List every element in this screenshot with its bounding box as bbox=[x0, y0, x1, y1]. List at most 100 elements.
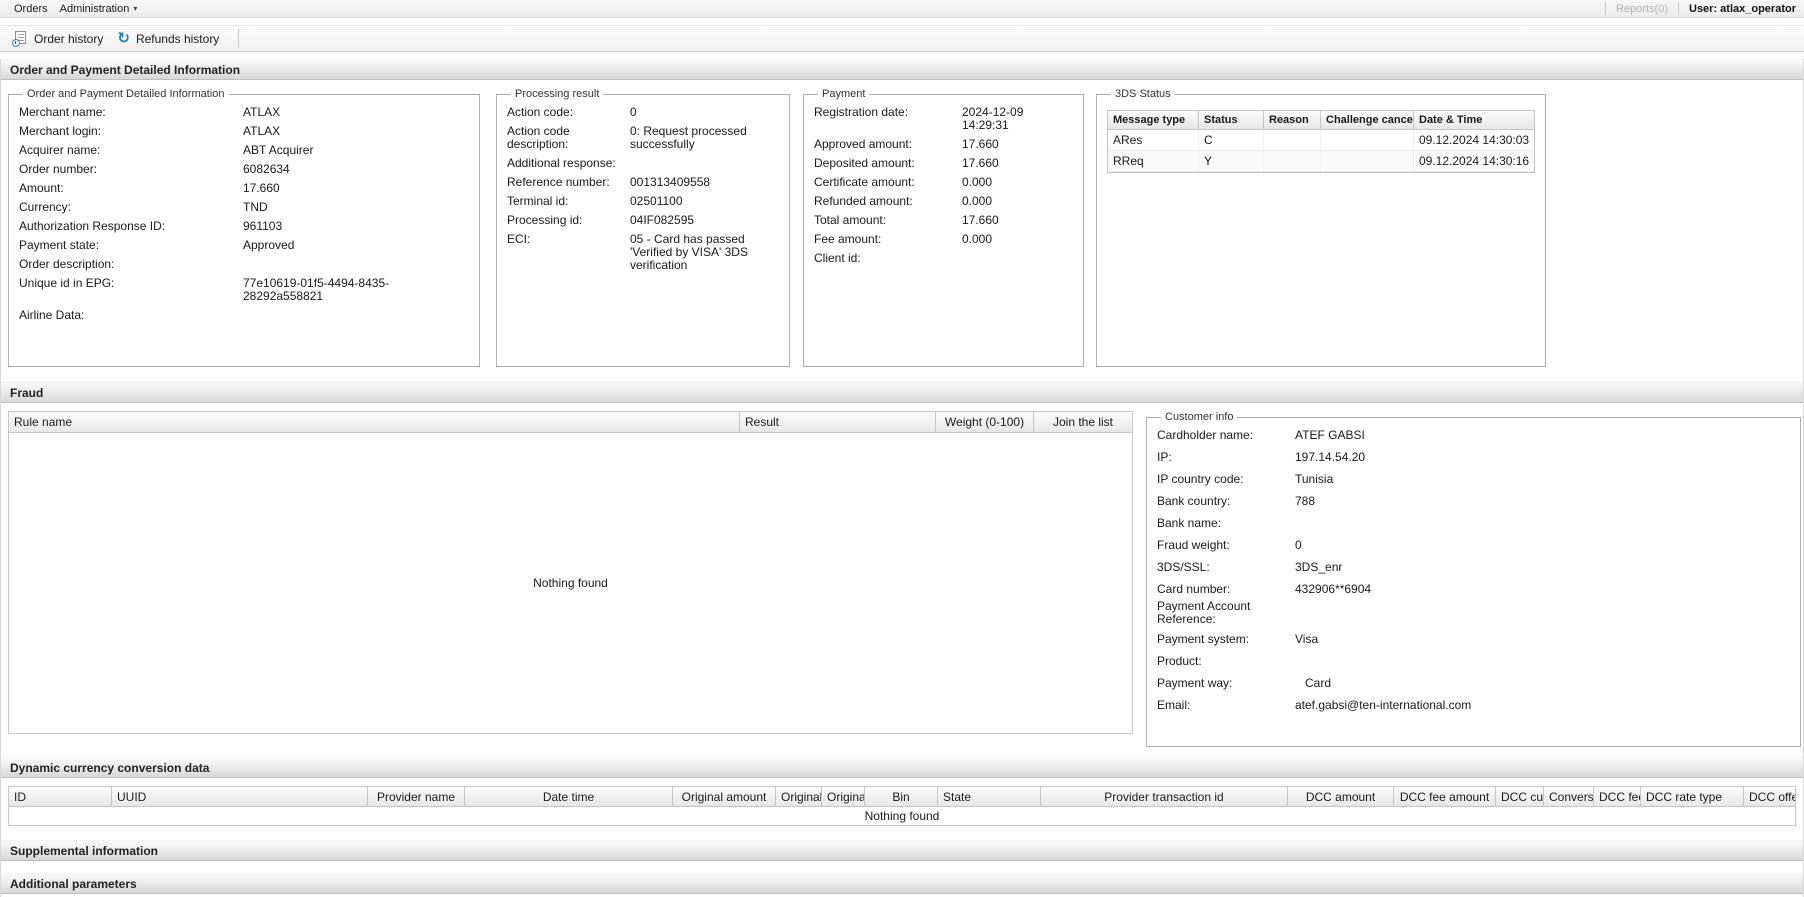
field-value: 17.660 bbox=[962, 137, 999, 151]
field-label: Payment state: bbox=[19, 238, 100, 252]
cell-reason bbox=[1264, 151, 1321, 172]
field-value: 3DS_enr bbox=[1295, 560, 1343, 574]
empty-state-text: Nothing found bbox=[864, 809, 940, 823]
field-value bbox=[1295, 517, 1790, 530]
field-label: Reference number: bbox=[507, 175, 610, 189]
table-row: RReq Y 09.12.2024 14:30:16 bbox=[1108, 151, 1534, 172]
section-title: Additional parameters bbox=[10, 876, 137, 891]
field-value: ATLAX bbox=[243, 124, 281, 138]
field-label: Action code: bbox=[507, 105, 574, 119]
column-header-date-time[interactable]: Date & Time bbox=[1414, 111, 1534, 130]
order-details-panel: Order and Payment Detailed Information M… bbox=[8, 88, 480, 367]
field-label: Acquirer name: bbox=[19, 143, 101, 157]
column-header-original-amount[interactable]: Original amount bbox=[673, 787, 776, 807]
field-label: Payment way: bbox=[1157, 676, 1233, 690]
field-label: Processing id: bbox=[507, 213, 583, 227]
column-header-original-currency[interactable]: Original c bbox=[822, 787, 865, 807]
field-value: 6082634 bbox=[243, 162, 290, 176]
field-value: 77e10619-01f5-4494-8435-28292a558821 bbox=[243, 276, 390, 303]
toolbar-separator bbox=[238, 29, 240, 48]
column-header-message-type[interactable]: Message type bbox=[1108, 111, 1199, 130]
field-value: 2024-12-09 14:29:31 bbox=[962, 105, 1024, 132]
cell-reason bbox=[1264, 130, 1321, 151]
fraud-table: Rule name Result Weight (0-100) Join the… bbox=[8, 411, 1133, 734]
field-label: Product: bbox=[1157, 654, 1202, 668]
column-header-provider-transaction-id[interactable]: Provider transaction id bbox=[1041, 787, 1288, 807]
field-value: 432906**6904 bbox=[1295, 582, 1372, 596]
field-value: 04IF082595 bbox=[630, 213, 695, 227]
dcc-table: ID UUID Provider name Date time Original… bbox=[8, 786, 1796, 826]
menu-orders[interactable]: Orders bbox=[8, 3, 54, 15]
cell-date-time: 09.12.2024 14:30:16 bbox=[1414, 151, 1534, 172]
column-header-original-fee[interactable]: Original f bbox=[776, 787, 822, 807]
column-header-dcc-fee-amount[interactable]: DCC fee amount bbox=[1394, 787, 1496, 807]
column-header-join-the-list[interactable]: Join the list bbox=[1034, 412, 1132, 433]
field-value: 001313409558 bbox=[630, 175, 711, 189]
field-value: Visa bbox=[1295, 632, 1319, 646]
field-label: Airline Data: bbox=[19, 308, 85, 322]
menubar-right: Reports(0) User: atlax_operator bbox=[1595, 2, 1796, 15]
field-label: Order description: bbox=[19, 257, 115, 271]
cell-challenge-cancel bbox=[1321, 130, 1414, 151]
column-header-uuid[interactable]: UUID bbox=[112, 787, 368, 807]
order-history-button[interactable]: Order history bbox=[6, 29, 110, 48]
field-value: Tunisia bbox=[1295, 472, 1334, 486]
fraud-section: Rule name Result Weight (0-100) Join the… bbox=[1, 403, 1803, 747]
toolbar: Order history ↻ Refunds history bbox=[0, 25, 1804, 52]
column-header-date-time[interactable]: Date time bbox=[465, 787, 673, 807]
column-header-reason[interactable]: Reason bbox=[1264, 111, 1321, 130]
column-header-result[interactable]: Result bbox=[740, 412, 936, 433]
field-label: IP: bbox=[1157, 450, 1172, 464]
field-label: Refunded amount: bbox=[814, 194, 913, 208]
field-value: 02501100 bbox=[630, 194, 683, 208]
order-details-legend: Order and Payment Detailed Information bbox=[27, 88, 225, 100]
column-header-rule-name[interactable]: Rule name bbox=[9, 412, 740, 433]
field-label: Total amount: bbox=[814, 213, 887, 227]
field-label: Payment Account Reference: bbox=[1157, 599, 1251, 626]
three-ds-table: Message type Status Reason Challenge can… bbox=[1107, 110, 1535, 173]
field-label: Bank country: bbox=[1157, 494, 1231, 508]
field-label: Bank name: bbox=[1157, 516, 1222, 530]
column-header-id[interactable]: ID bbox=[9, 787, 112, 807]
section-header-supplemental: Supplemental information bbox=[1, 840, 1803, 861]
field-value: 0.000 bbox=[962, 175, 993, 189]
reports-link[interactable]: Reports(0) bbox=[1616, 3, 1668, 15]
content-frame: Order and Payment Detailed Information O… bbox=[0, 59, 1804, 897]
field-label: Client id: bbox=[814, 251, 861, 265]
field-value bbox=[1295, 600, 1790, 626]
field-label: Registration date: bbox=[814, 105, 909, 119]
field-label: ECI: bbox=[507, 232, 531, 246]
column-header-conversion-rate[interactable]: Conversi bbox=[1544, 787, 1594, 807]
column-header-weight[interactable]: Weight (0-100) bbox=[936, 412, 1034, 433]
column-header-dcc-rate-type[interactable]: DCC rate type bbox=[1641, 787, 1744, 807]
field-value: ABT Acquirer bbox=[243, 143, 314, 157]
section-header-fraud: Fraud bbox=[1, 382, 1803, 403]
field-value: ATEF GABSI bbox=[1295, 428, 1365, 442]
field-label: Order number: bbox=[19, 162, 98, 176]
column-header-status[interactable]: Status bbox=[1199, 111, 1264, 130]
column-header-provider-name[interactable]: Provider name bbox=[368, 787, 465, 807]
column-header-challenge-cancel[interactable]: Challenge cancel bbox=[1321, 111, 1414, 130]
field-value: 17.660 bbox=[243, 181, 280, 195]
menu-administration[interactable]: Administration ▾ bbox=[54, 3, 144, 15]
cell-message-type: ARes bbox=[1108, 130, 1199, 151]
field-label: Unique id in EPG: bbox=[19, 276, 115, 290]
refresh-arrow-icon: ↻ bbox=[117, 29, 130, 47]
cell-challenge-cancel bbox=[1321, 151, 1414, 172]
dcc-header-row: ID UUID Provider name Date time Original… bbox=[9, 787, 1795, 807]
three-ds-status-panel: 3DS Status Message type Status Reason Ch… bbox=[1096, 88, 1546, 367]
field-label: Amount: bbox=[19, 181, 64, 195]
column-header-dcc-amount[interactable]: DCC amount bbox=[1288, 787, 1394, 807]
refunds-history-button[interactable]: ↻ Refunds history bbox=[110, 30, 226, 48]
column-header-dcc-fee[interactable]: DCC fee bbox=[1594, 787, 1641, 807]
field-label: Authorization Response ID: bbox=[19, 219, 166, 233]
field-value bbox=[243, 258, 469, 271]
payment-panel: Payment Registration date: 2024-12-09 14:… bbox=[803, 88, 1084, 367]
column-header-bin[interactable]: Bin bbox=[865, 787, 938, 807]
column-header-dcc-currency[interactable]: DCC curr bbox=[1496, 787, 1544, 807]
field-value: 05 - Card has passed 'Verified by VISA' … bbox=[630, 232, 748, 272]
customer-info-legend: Customer info bbox=[1165, 411, 1234, 423]
column-header-state[interactable]: State bbox=[938, 787, 1041, 807]
column-header-dcc-offer[interactable]: DCC offer e bbox=[1744, 787, 1795, 807]
chevron-down-icon: ▾ bbox=[133, 4, 138, 13]
